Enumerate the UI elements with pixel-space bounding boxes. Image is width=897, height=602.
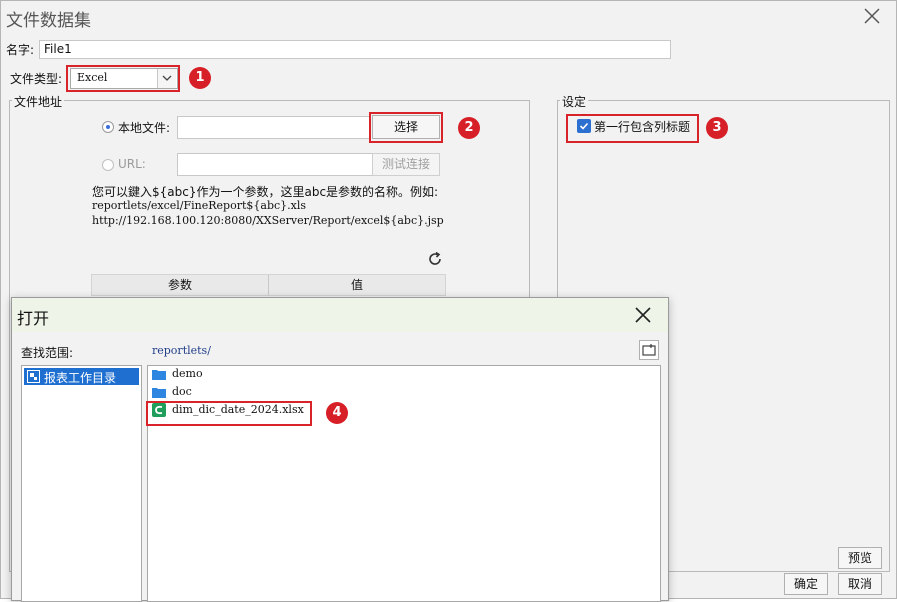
open-dialog-title: 打开 <box>17 309 50 328</box>
step-badge-3: 3 <box>706 117 728 139</box>
file-type-select[interactable]: Excel <box>70 68 178 89</box>
step-badge-1: 1 <box>189 67 211 89</box>
file-type-value: Excel <box>77 71 108 84</box>
local-file-input[interactable] <box>177 116 371 139</box>
test-connection-button[interactable]: 测试连接 <box>372 153 440 176</box>
param-column-header: 参数 <box>92 275 269 295</box>
close-icon[interactable] <box>633 305 653 325</box>
location-list: 报表工作目录 <box>21 365 142 602</box>
value-column-header: 值 <box>350 278 363 292</box>
step-badge-4: 4 <box>326 402 348 424</box>
location-item-report-dir[interactable]: 报表工作目录 <box>24 368 139 385</box>
settings-title: 设定 <box>560 93 589 110</box>
radio-selected-dot <box>106 125 110 129</box>
url-radio[interactable] <box>102 159 114 171</box>
parameter-example-url: http://192.168.100.120:8080/XXServer/Rep… <box>92 214 444 227</box>
local-file-label: 本地文件: <box>118 121 171 135</box>
file-address-title: 文件地址 <box>12 93 65 110</box>
open-dialog-titlebar: 打开 <box>12 298 668 332</box>
list-item[interactable]: demo <box>150 366 300 384</box>
dialog-title: 文件数据集 <box>6 11 91 31</box>
name-input[interactable]: File1 <box>39 40 671 59</box>
choose-button[interactable]: 选择 <box>372 115 440 139</box>
step-badge-2: 2 <box>458 117 480 139</box>
url-label: URL: <box>118 157 146 171</box>
close-icon[interactable] <box>862 6 882 26</box>
first-row-header-checkbox[interactable] <box>577 119 591 133</box>
preview-button[interactable]: 预览 <box>838 547 882 569</box>
parameter-hint-text: 您可以鍵入${abc}作为一个参数，这里abc是参数的名称。例如: <box>92 185 439 199</box>
new-folder-icon[interactable] <box>639 340 659 360</box>
ok-button[interactable]: 确定 <box>784 573 828 595</box>
first-row-header-label: 第一行包含列标题 <box>594 120 691 134</box>
current-path: reportlets/ <box>152 344 211 357</box>
refresh-icon[interactable] <box>426 250 444 268</box>
file-type-label: 文件类型: <box>10 72 63 86</box>
chevron-down-icon[interactable] <box>157 69 176 88</box>
list-item[interactable]: doc <box>150 384 300 402</box>
name-label: 名字: <box>6 43 35 57</box>
local-file-radio[interactable] <box>102 121 114 133</box>
open-file-dialog: 打开 查找范围: reportlets/ 报表工作目录 demo doc dim… <box>11 297 669 602</box>
location-item-label: 报表工作目录 <box>44 371 117 385</box>
file-name: demo <box>172 367 203 380</box>
report-directory-icon <box>27 370 40 383</box>
folder-icon <box>152 369 166 380</box>
file-name: doc <box>172 385 192 398</box>
parameter-example-path: reportlets/excel/FineReport${abc}.xls <box>92 199 307 212</box>
folder-icon <box>152 387 166 398</box>
parameter-table-header: 参数 值 <box>91 274 446 296</box>
look-in-label: 查找范围: <box>21 346 74 360</box>
highlight-box-4 <box>146 401 312 426</box>
cancel-button[interactable]: 取消 <box>838 573 882 595</box>
url-input[interactable] <box>177 153 373 176</box>
